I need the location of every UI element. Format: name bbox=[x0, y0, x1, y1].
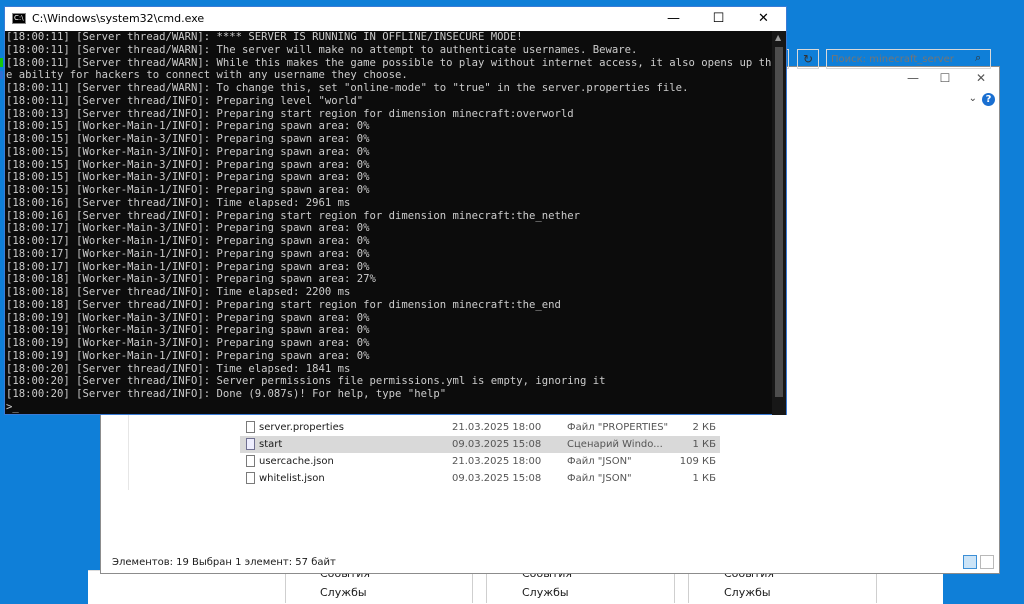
file-name: start bbox=[259, 439, 283, 450]
maximize-button[interactable]: ☐ bbox=[696, 7, 741, 31]
scrollbar[interactable]: ▲ bbox=[772, 31, 786, 415]
console-line: [18:00:11] [Server thread/WARN]: The ser… bbox=[6, 43, 638, 56]
minimize-button[interactable]: — bbox=[651, 7, 696, 31]
console-line: e ability for hackers to connect with an… bbox=[6, 69, 408, 82]
file-size: 1 КБ bbox=[692, 439, 716, 450]
panel-divider bbox=[472, 570, 473, 603]
chevron-down-icon[interactable]: ⌄ bbox=[969, 93, 977, 104]
scroll-up-icon[interactable]: ▲ bbox=[775, 33, 781, 42]
file-row[interactable]: whitelist.json 09.03.2025 15:08 Файл "JS… bbox=[240, 470, 720, 487]
console-line: [18:00:18] [Server thread/INFO]: Prepari… bbox=[6, 298, 561, 311]
scroll-thumb[interactable] bbox=[775, 47, 783, 397]
panel-divider bbox=[876, 570, 877, 603]
console-line: [18:00:15] [Worker-Main-3/INFO]: Prepari… bbox=[6, 145, 370, 158]
file-type: Файл "PROPERTIES" bbox=[567, 422, 669, 433]
console-line: [18:00:19] [Worker-Main-3/INFO]: Prepari… bbox=[6, 324, 370, 337]
cmd-titlebar[interactable]: C:\ C:\Windows\system32\cmd.exe — ☐ ✕ bbox=[5, 7, 786, 31]
file-name: server.properties bbox=[259, 422, 344, 433]
services-link[interactable]: Службы bbox=[724, 586, 771, 599]
help-icon[interactable]: ? bbox=[982, 93, 995, 106]
services-link[interactable]: Службы bbox=[320, 586, 367, 599]
services-link[interactable]: Службы bbox=[522, 586, 569, 599]
file-icon bbox=[246, 421, 255, 433]
desktop-marker bbox=[0, 71, 3, 79]
file-date: 09.03.2025 15:08 bbox=[452, 439, 542, 450]
close-button[interactable]: ✕ bbox=[741, 7, 786, 31]
file-row[interactable]: start 09.03.2025 15:08 Сценарий Windo...… bbox=[240, 436, 720, 453]
console-line: [18:00:18] [Server thread/INFO]: Time el… bbox=[6, 286, 351, 298]
file-type: Файл "JSON" bbox=[567, 473, 632, 484]
file-type: Файл "JSON" bbox=[567, 456, 632, 467]
console-line: [18:00:18] [Worker-Main-3/INFO]: Prepari… bbox=[6, 273, 376, 286]
console-icon: C:\ bbox=[12, 13, 26, 24]
console-line: [18:00:15] [Worker-Main-3/INFO]: Prepari… bbox=[6, 158, 370, 171]
file-row[interactable]: server.properties 21.03.2025 18:00 Файл … bbox=[240, 419, 720, 436]
console-line: [18:00:20] [Server thread/INFO]: Time el… bbox=[6, 362, 351, 375]
search-input[interactable] bbox=[829, 50, 983, 68]
script-file-icon bbox=[246, 438, 255, 450]
cmd-window: C:\ C:\Windows\system32\cmd.exe — ☐ ✕ [1… bbox=[4, 6, 787, 415]
background-panel bbox=[88, 570, 943, 604]
console-line: [18:00:16] [Server thread/INFO]: Prepari… bbox=[6, 209, 581, 222]
panel-divider bbox=[486, 570, 487, 603]
file-icon bbox=[246, 455, 255, 467]
panel-divider bbox=[674, 570, 675, 603]
items-count: Элементов: 19 bbox=[112, 557, 189, 568]
panel-divider bbox=[285, 570, 286, 603]
file-size: 109 КБ bbox=[679, 456, 716, 467]
details-view-button[interactable] bbox=[963, 555, 977, 569]
file-row[interactable]: usercache.json 21.03.2025 18:00 Файл "JS… bbox=[240, 453, 720, 470]
file-date: 21.03.2025 18:00 bbox=[452, 456, 542, 467]
large-icons-view-button[interactable] bbox=[980, 555, 994, 569]
file-name: usercache.json bbox=[259, 456, 334, 467]
file-date: 21.03.2025 18:00 bbox=[452, 422, 542, 433]
panel-divider bbox=[688, 570, 689, 603]
search-icon[interactable]: ⌕ bbox=[975, 51, 981, 65]
explorer-maximize-button[interactable]: ☐ bbox=[931, 69, 959, 87]
file-type: Сценарий Windo... bbox=[567, 439, 663, 450]
window-title: C:\Windows\system32\cmd.exe bbox=[32, 12, 205, 25]
explorer-minimize-button[interactable]: — bbox=[899, 69, 927, 87]
console-line: [18:00:17] [Worker-Main-1/INFO]: Prepari… bbox=[6, 235, 370, 247]
console-line: [18:00:17] [Worker-Main-1/INFO]: Prepari… bbox=[6, 247, 370, 260]
console-line: [18:00:11] [Server thread/WARN]: **** SE… bbox=[6, 31, 523, 43]
file-icon bbox=[246, 472, 255, 484]
selection-info: Выбран 1 элемент: 57 байт bbox=[192, 557, 336, 568]
console-line: [18:00:13] [Server thread/INFO]: Prepari… bbox=[6, 107, 574, 120]
console-line: [18:00:19] [Worker-Main-3/INFO]: Prepari… bbox=[6, 311, 370, 324]
file-size: 1 КБ bbox=[692, 473, 716, 484]
desktop-marker bbox=[0, 58, 3, 67]
console-line: [18:00:15] [Worker-Main-3/INFO]: Prepari… bbox=[6, 171, 370, 184]
console-line: >_ bbox=[6, 400, 19, 413]
console-line: [18:00:19] [Worker-Main-1/INFO]: Prepari… bbox=[6, 349, 370, 362]
console-line: [18:00:17] [Worker-Main-3/INFO]: Prepari… bbox=[6, 222, 370, 235]
console-line: [18:00:19] [Worker-Main-3/INFO]: Prepari… bbox=[6, 337, 370, 349]
explorer-close-button[interactable]: ✕ bbox=[967, 69, 995, 87]
console-line: [18:00:16] [Server thread/INFO]: Time el… bbox=[6, 196, 351, 209]
file-size: 2 КБ bbox=[692, 422, 716, 433]
console-line: [18:00:20] [Server thread/INFO]: Done (9… bbox=[6, 388, 447, 400]
file-date: 09.03.2025 15:08 bbox=[452, 473, 542, 484]
console-line: [18:00:15] [Worker-Main-3/INFO]: Prepari… bbox=[6, 133, 370, 145]
console-line: [18:00:15] [Worker-Main-1/INFO]: Prepari… bbox=[6, 120, 370, 133]
console-line: [18:00:11] [Server thread/WARN]: While t… bbox=[6, 56, 772, 69]
file-name: whitelist.json bbox=[259, 473, 325, 484]
console-line: [18:00:15] [Worker-Main-1/INFO]: Prepari… bbox=[6, 184, 370, 196]
console-line: [18:00:20] [Server thread/INFO]: Server … bbox=[6, 375, 606, 388]
console-line: [18:00:17] [Worker-Main-1/INFO]: Prepari… bbox=[6, 260, 370, 273]
console-output[interactable]: [18:00:11] [Server thread/WARN]: **** SE… bbox=[5, 31, 773, 415]
console-line: [18:00:11] [Server thread/WARN]: To chan… bbox=[6, 82, 689, 94]
refresh-button[interactable]: ↻ bbox=[797, 49, 819, 69]
console-line: [18:00:11] [Server thread/INFO]: Prepari… bbox=[6, 94, 364, 107]
